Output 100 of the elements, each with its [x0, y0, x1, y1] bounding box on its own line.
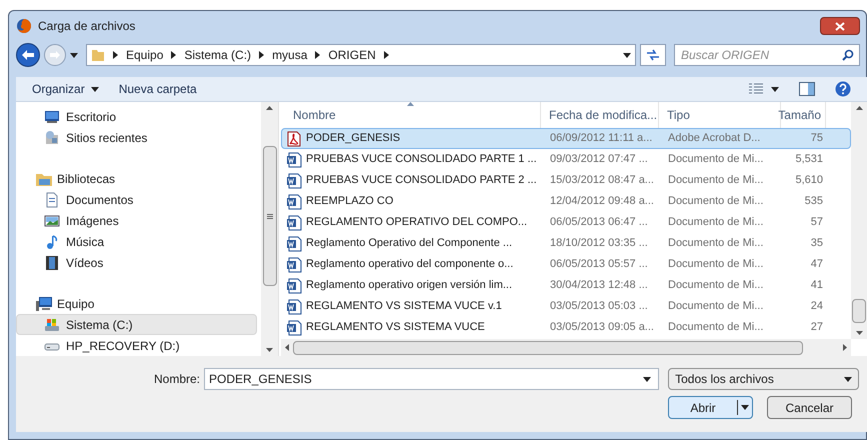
refresh-arrows-icon [646, 49, 660, 61]
window-title: Carga de archivos [38, 18, 136, 35]
dropdown-caret-icon [643, 377, 652, 382]
table-cell-text: 75 [810, 131, 823, 146]
cancel-button[interactable]: Cancelar [767, 396, 852, 419]
sidebar-item[interactable]: Documentos [16, 189, 257, 210]
address-bar[interactable]: Equipo Sistema (C:) myusa ORIGEN [86, 44, 636, 66]
document-icon [44, 192, 60, 208]
table-cell-text: 35 [810, 236, 823, 252]
table-cell-text: 535 [804, 194, 823, 210]
breadcrumb-item[interactable]: myusa [272, 46, 308, 64]
table-cell-text: REGLAMENTO VS SISTEMA VUCE v.1 [306, 299, 502, 314]
file-row[interactable]: PODER_GENESIS 06/09/2012 11:11 a... Adobe Acrobat D... 75 [281, 128, 851, 149]
scrollbar-thumb[interactable] [293, 340, 803, 354]
table-cell-text: Reglamento operativo del componente o... [306, 257, 514, 272]
table-cell-text: Documento de Mi... [668, 320, 764, 336]
table-cell-text: REGLAMENTO OPERATIVO DEL COMPO... [306, 215, 528, 230]
grip-icon [266, 214, 272, 218]
table-cell-text: 03/05/2013 05:03 ... [550, 299, 648, 314]
filename-field[interactable]: PODER_GENESIS [204, 368, 660, 390]
file-row[interactable]: REGLAMENTO VS SISTEMA VUCE 03/05/2013 09:05 a... Documento de Mi... 27 [281, 317, 851, 338]
monitor-icon [44, 108, 60, 124]
scroll-left-icon [285, 344, 289, 351]
scroll-up-icon [266, 106, 273, 110]
close-icon [835, 22, 845, 30]
sidebar-item[interactable]: Escritorio [16, 106, 257, 127]
sidebar-item[interactable]: Música [16, 231, 257, 252]
table-cell-text: 18/10/2012 03:35 ... [550, 236, 648, 252]
table-cell-text: Adobe Acrobat D... [668, 131, 760, 146]
breadcrumb-item[interactable]: ORIGEN [328, 46, 376, 64]
file-row[interactable]: REGLAMENTO OPERATIVO DEL COMPO... 06/05/2013 06:47 ... Documento de Mi... 57 [281, 212, 851, 233]
help-icon [835, 81, 851, 97]
folder-icon [91, 48, 105, 62]
scrollbar[interactable] [261, 102, 278, 356]
table-cell-text: PODER_GENESIS [306, 131, 400, 146]
refresh-button[interactable] [640, 44, 666, 66]
file-row[interactable]: Reglamento operativo del componente o... 06/05/2013 05:57 ... Documento de Mi... 47 [281, 254, 851, 275]
sidebar-group[interactable]: Bibliotecas [16, 168, 261, 189]
sidebar-item[interactable]: Imágenes [16, 210, 257, 231]
sidebar-item[interactable]: Sistema (C:) [16, 314, 257, 335]
sidebar-item[interactable]: Sitios recientes [16, 127, 257, 148]
file-row[interactable]: REEMPLAZO CO 12/04/2012 09:48 a... Documento de Mi... 535 [281, 191, 851, 212]
close-button[interactable] [820, 17, 860, 35]
arrow-left-icon [22, 50, 34, 60]
film-icon [44, 254, 60, 270]
scroll-right-icon [843, 344, 847, 351]
word-document-icon [286, 214, 302, 230]
table-cell-text: Documento de Mi... [668, 236, 764, 252]
word-document-icon [286, 278, 302, 294]
word-document-icon [286, 172, 302, 188]
sidebar-item[interactable]: HP_RECOVERY (D:) [16, 335, 257, 356]
toolbar-button[interactable]: Nueva carpeta [110, 78, 205, 100]
scrollbar[interactable] [281, 339, 851, 356]
word-document-icon [286, 298, 302, 314]
breadcrumb-item[interactable]: Sistema (C:) [184, 46, 252, 64]
chevron-right-icon [315, 51, 320, 59]
toolbar-button[interactable]: Organizar [24, 78, 107, 100]
table-cell-text: Documento de Mi... [668, 299, 764, 314]
table-cell-text: PRUEBAS VUCE CONSOLIDADO PARTE 1 ... [306, 152, 537, 168]
file-type-dropdown[interactable]: Todos los archivos [668, 368, 859, 390]
table-cell-text: Documento de Mi... [668, 257, 764, 272]
sidebar-group[interactable]: Equipo [16, 293, 261, 314]
table-cell-text: Documento de Mi... [668, 173, 764, 188]
table-cell-text: 24 [810, 299, 823, 314]
table-cell-text: 03/05/2013 09:05 a... [550, 320, 654, 336]
preview-pane-icon [799, 82, 815, 96]
pdf-icon [286, 130, 302, 146]
caret-icon [771, 86, 779, 92]
computer-icon [35, 296, 53, 312]
field-label: Nombre: [154, 371, 200, 388]
table-cell-text: 06/05/2013 05:57 ... [550, 257, 648, 272]
table-cell-text: 09/03/2012 07:47 ... [550, 152, 648, 168]
chevron-right-icon [171, 51, 176, 59]
file-row[interactable]: PRUEBAS VUCE CONSOLIDADO PARTE 1 ... 09/03/2012 07:47 ... Documento de Mi... 5,531 [281, 149, 851, 170]
word-document-icon [286, 194, 302, 210]
table-cell-text: 12/04/2012 09:48 a... [550, 194, 654, 210]
table-cell-text: 5,531 [795, 152, 823, 168]
chevron-right-icon [113, 51, 118, 59]
sidebar-item[interactable]: Vídeos [16, 252, 257, 273]
word-document-icon [286, 256, 302, 272]
recent-places-icon [44, 130, 60, 146]
file-row[interactable]: Reglamento operativo origen versión lim... 30/04/2013 12:48 ... Documento de Mi... 41 [281, 275, 851, 296]
table-cell-text: 41 [810, 278, 823, 294]
open-button[interactable]: Abrir [668, 396, 753, 419]
scrollbar-thumb[interactable] [262, 146, 276, 286]
table-cell-text: PRUEBAS VUCE CONSOLIDADO PARTE 2 ... [306, 173, 537, 188]
back-button[interactable] [16, 43, 40, 67]
scroll-down-icon [266, 348, 273, 352]
arrow-right-icon [50, 51, 60, 59]
file-row[interactable]: REGLAMENTO VS SISTEMA VUCE v.1 03/05/2013 05:03 ... Documento de Mi... 24 [281, 296, 851, 317]
table-cell-text: Documento de Mi... [668, 152, 764, 168]
search-field[interactable]: Buscar ORIGEN [674, 44, 860, 66]
scroll-down-icon [856, 331, 862, 335]
file-row[interactable]: Reglamento Operativo del Componente ... 18/10/2012 03:35 ... Documento de Mi... 35 [281, 233, 851, 254]
scrollbar-thumb[interactable] [852, 299, 866, 323]
breadcrumb-item[interactable]: Equipo [126, 46, 164, 64]
file-row[interactable]: PRUEBAS VUCE CONSOLIDADO PARTE 2 ... 15/03/2012 08:47 a... Documento de Mi... 5,610 [281, 170, 851, 191]
table-cell-text: Reglamento Operativo del Componente ... [306, 236, 512, 252]
scrollbar[interactable] [851, 102, 867, 339]
table-cell-text: Documento de Mi... [668, 278, 764, 294]
